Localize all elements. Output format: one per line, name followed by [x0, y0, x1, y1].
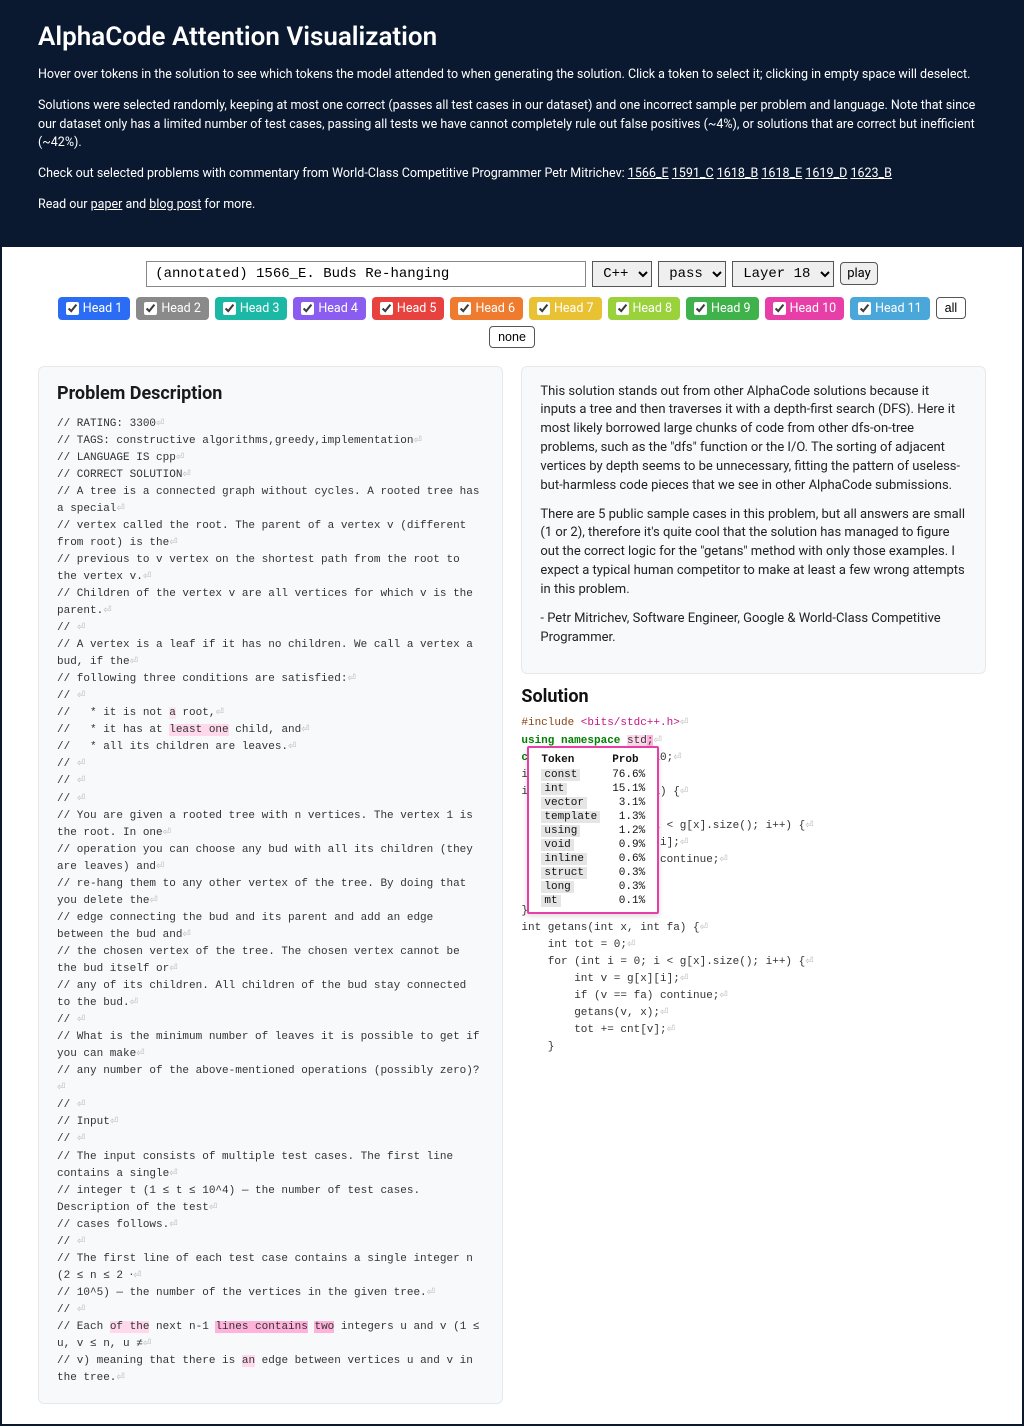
commentary-p1: This solution stands out from other Alph…	[540, 383, 967, 496]
head-toggle[interactable]: Head 6	[450, 297, 523, 320]
head-toggle[interactable]: Head 9	[686, 297, 759, 320]
solution-heading: Solution	[521, 686, 986, 707]
head-toggle[interactable]: Head 4	[293, 297, 366, 320]
language-select[interactable]: C++	[592, 261, 652, 287]
paper-link[interactable]: paper	[91, 197, 123, 212]
read-more: Read our paper and blog post for more.	[38, 196, 986, 215]
none-heads-button[interactable]: none	[489, 326, 535, 348]
head-checkbox[interactable]	[773, 302, 786, 315]
intro-paragraph-3: Check out selected problems with comment…	[38, 165, 986, 184]
token-row: long0.3%	[535, 880, 651, 894]
status-select[interactable]: pass	[658, 261, 726, 287]
head-toggle[interactable]: Head 8	[608, 297, 681, 320]
page-title: AlphaCode Attention Visualization	[38, 22, 986, 52]
head-toggle[interactable]: Head 3	[215, 297, 288, 320]
problem-panel: Problem Description // RATING: 3300⏎ // …	[38, 366, 503, 1405]
intro-paragraph-1: Hover over tokens in the solution to see…	[38, 66, 986, 85]
token-row: int15.1%	[535, 782, 651, 796]
head-checkbox[interactable]	[858, 302, 871, 315]
head-toggle[interactable]: Head 2	[136, 297, 209, 320]
heads-row: Head 1Head 2 Head 3Head 4 Head 5Head 6 Head…	[38, 297, 986, 348]
head-checkbox[interactable]	[144, 302, 157, 315]
head-checkbox[interactable]	[66, 302, 79, 315]
example-link[interactable]: 1619_D	[805, 166, 847, 181]
head-toggle[interactable]: Head 7	[529, 297, 602, 320]
problem-select-input[interactable]	[146, 261, 586, 287]
head-checkbox[interactable]	[223, 302, 236, 315]
commentary-p2: There are 5 public sample cases in this …	[540, 506, 967, 600]
token-row: using1.2%	[535, 824, 651, 838]
main-container: C++ pass Layer 18 play Head 1Head 2Head …	[2, 247, 1022, 1425]
head-checkbox[interactable]	[458, 302, 471, 315]
token-row: inline0.6%	[535, 852, 651, 866]
token-row: const76.6%	[535, 768, 651, 782]
head-checkbox[interactable]	[694, 302, 707, 315]
page-header: AlphaCode Attention Visualization Hover …	[2, 2, 1022, 247]
blogpost-link[interactable]: blog post	[149, 197, 201, 212]
token-row: struct0.3%	[535, 866, 651, 880]
token-row: void0.9%	[535, 838, 651, 852]
head-checkbox[interactable]	[380, 302, 393, 315]
head-toggle[interactable]: Head 11	[850, 297, 930, 320]
token-row: template1.3%	[535, 810, 651, 824]
commentary-panel: This solution stands out from other Alph…	[521, 366, 986, 675]
example-link[interactable]: 1618_B	[717, 166, 759, 181]
token-row: mt0.1%	[535, 894, 651, 908]
problem-heading: Problem Description	[57, 383, 484, 404]
head-checkbox[interactable]	[301, 302, 314, 315]
head-toggle[interactable]: Head 10	[765, 297, 845, 320]
head-checkbox[interactable]	[537, 302, 550, 315]
example-link[interactable]: 1591_C	[672, 166, 714, 181]
play-button[interactable]: play	[840, 262, 878, 285]
token-probability-popup: TokenProb const76.6%int15.1%vector3.1%te…	[527, 746, 659, 914]
all-heads-button[interactable]: all	[936, 297, 967, 319]
head-toggle[interactable]: Head 1	[58, 297, 131, 320]
controls-row: C++ pass Layer 18 play	[38, 261, 986, 287]
commentary-author: - Petr Mitrichev, Software Engineer, Goo…	[540, 610, 967, 648]
problem-text[interactable]: // RATING: 3300⏎ // TAGS: constructive a…	[57, 416, 484, 1388]
token-row: vector3.1%	[535, 796, 651, 810]
head-checkbox[interactable]	[616, 302, 629, 315]
example-link[interactable]: 1566_E	[628, 166, 669, 181]
head-toggle[interactable]: Head 5	[372, 297, 445, 320]
layer-select[interactable]: Layer 18	[732, 261, 834, 287]
intro-paragraph-2: Solutions were selected randomly, keepin…	[38, 97, 986, 153]
example-link[interactable]: 1618_E	[761, 166, 802, 181]
example-link[interactable]: 1623_B	[850, 166, 892, 181]
